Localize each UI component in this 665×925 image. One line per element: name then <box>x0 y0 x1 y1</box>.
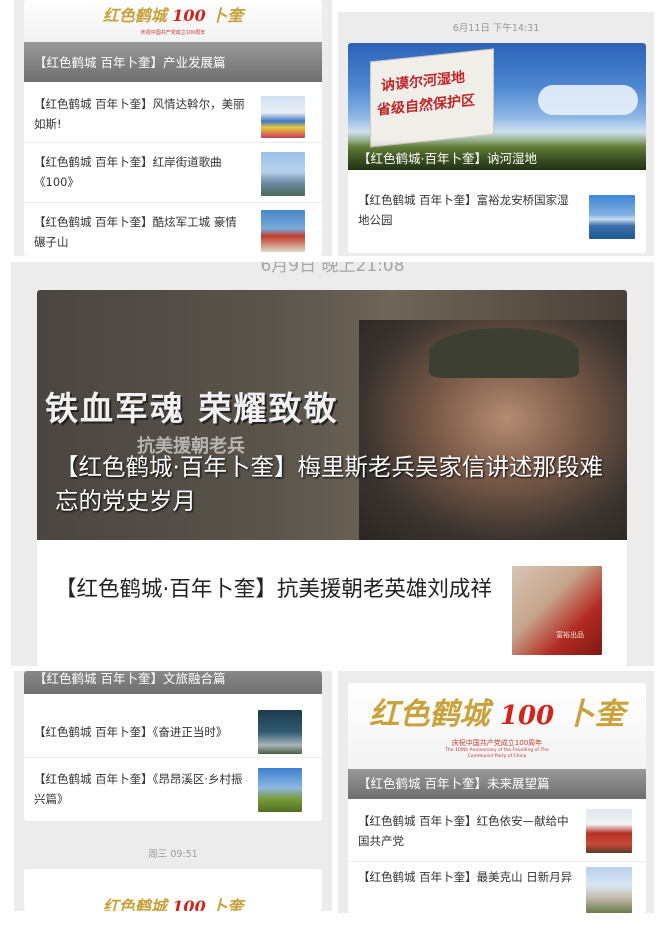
banner-left-text: 红色鹤城 <box>102 6 167 25</box>
list-item[interactable]: 【红色鹤城 百年卜奎】红色依安—献给中国共产党 <box>348 799 646 862</box>
article-thumbnail <box>586 809 632 853</box>
banner-subtitle-en: The 100th Anniversary of the Founding of… <box>445 748 549 759</box>
article-group-card: 红色鹤城 100 卜奎 庆祝中国共产党成立100周年 The 100th Ann… <box>348 683 646 913</box>
hero-caption-bar: 【红色鹤城·百年卜奎】讷河湿地 <box>348 140 646 170</box>
banner-right-text: 卜奎 <box>211 6 244 25</box>
hero-title: 【红色鹤城·百年卜奎】梅里斯老兵吴家信讲述那段难忘的党史岁月 <box>55 453 603 515</box>
banner-calligraphy: 红色鹤城 100 卜奎 <box>348 689 646 733</box>
article-title: 【红色鹤城 百年卜奎】最美克山 日新月异 <box>358 870 573 884</box>
hero-image[interactable]: 铁血军魂 荣耀致敬 抗美援朝老兵 【红色鹤城·百年卜奎】梅里斯老兵吴家信讲述那段… <box>37 290 627 540</box>
section-header[interactable]: 【红色鹤城 百年卜奎】未来展望篇 <box>348 769 646 799</box>
hero-image[interactable]: 讷谟尔河湿地 省级自然保护区 【红色鹤城·百年卜奎】讷河湿地 <box>348 43 646 170</box>
veteran-cap <box>429 328 579 378</box>
thumbnail-caption: 富裕出品 <box>556 631 584 639</box>
list-item[interactable]: 【红色鹤城·百年卜奎】抗美援朝老英雄刘成祥 富裕出品 <box>37 540 627 666</box>
banner-subtitle: 庆祝中国共产党成立100周年 <box>140 30 206 36</box>
banner-subtitle: 庆祝中国共产党成立100周年 <box>451 739 543 747</box>
article-thumbnail <box>258 710 302 754</box>
article-title: 【红色鹤城·百年卜奎】抗美援朝老英雄刘成祥 <box>55 577 492 602</box>
reserve-sign: 讷谟尔河湿地 省级自然保护区 <box>370 48 494 148</box>
chat-timestamp: 6月11日 下午14:31 <box>452 23 540 34</box>
list-item[interactable]: 【红色鹤城 百年卜奎】风情达斡尔，美丽如斯! <box>24 82 322 143</box>
banner-right-text: 卜奎 <box>564 697 625 732</box>
banner-hundred: 100 <box>172 6 206 25</box>
screenshot-middle: 6月9日 晚上21:08 铁血军魂 荣耀致敬 抗美援朝老兵 【红色鹤城·百年卜奎… <box>11 262 654 666</box>
article-thumbnail <box>258 768 302 812</box>
article-title: 【红色鹤城 百年卜奎】《奋进正当时》 <box>34 725 228 739</box>
banner-hundred: 100 <box>499 701 555 731</box>
article-group-card: 铁血军魂 荣耀致敬 抗美援朝老兵 【红色鹤城·百年卜奎】梅里斯老兵吴家信讲述那段… <box>37 290 627 666</box>
section-header[interactable]: 【红色鹤城 百年卜奎】文旅融合篇 <box>24 671 322 694</box>
hero-big-text: 铁血军魂 荣耀致敬 <box>45 389 339 428</box>
chat-timestamp: 6月9日 晚上21:08 <box>260 262 405 276</box>
banner-calligraphy: 红色鹤城 100 卜奎 <box>24 2 322 26</box>
screenshot-top-right: 6月11日 下午14:31 讷谟尔河湿地 省级自然保护区 【红色鹤城·百年卜奎】… <box>338 12 654 256</box>
list-item[interactable]: 【红色鹤城 百年卜奎】《奋进正当时》 <box>24 694 322 758</box>
cloud-shape <box>538 85 638 115</box>
article-thumbnail <box>589 195 635 239</box>
banner-right-text: 卜奎 <box>211 897 244 911</box>
article-title: 【红色鹤城 百年卜奎】酷炫军工城 豪情碾子山 <box>34 215 237 249</box>
banner-image[interactable]: 红色鹤城 100 卜奎 庆祝中国共产党成立100周年 The 100th Ann… <box>348 683 646 769</box>
article-title: 【红色鹤城 百年卜奎】《昂昂溪区·乡村振兴篇》 <box>34 772 243 806</box>
article-thumbnail: 富裕出品 <box>512 566 602 655</box>
list-item[interactable]: 【红色鹤城 百年卜奎】酷炫军工城 豪情碾子山 <box>24 202 322 256</box>
banner-image[interactable]: 红色鹤城 100 卜奎 庆祝中国共产党成立100周年 <box>24 0 322 42</box>
article-title: 【红色鹤城 百年卜奎】红岸街道歌曲《100》 <box>34 155 222 189</box>
hero-caption: 【红色鹤城·百年卜奎】讷河湿地 <box>358 151 537 166</box>
article-group-card: 【红色鹤城 百年卜奎】文旅融合篇 【红色鹤城 百年卜奎】《奋进正当时》 【红色鹤… <box>24 671 322 821</box>
chat-timestamp: 周三 09:51 <box>148 849 198 860</box>
screenshot-bottom-left: 【红色鹤城 百年卜奎】文旅融合篇 【红色鹤城 百年卜奎】《奋进正当时》 【红色鹤… <box>14 671 332 911</box>
article-title: 【红色鹤城 百年卜奎】红色依安—献给中国共产党 <box>358 814 569 848</box>
article-group-card: 红色鹤城 100 卜奎 <box>24 869 322 911</box>
list-item[interactable]: 【红色鹤城 百年卜奎】富裕龙安桥国家湿地公园 <box>348 170 646 253</box>
article-group-card: 红色鹤城 100 卜奎 庆祝中国共产党成立100周年 【红色鹤城 百年卜奎】产业… <box>24 0 322 256</box>
banner-left-text: 红色鹤城 <box>369 697 490 732</box>
article-group-card: 讷谟尔河湿地 省级自然保护区 【红色鹤城·百年卜奎】讷河湿地 【红色鹤城 百年卜… <box>348 43 646 253</box>
screenshot-bottom-right: 红色鹤城 100 卜奎 庆祝中国共产党成立100周年 The 100th Ann… <box>338 671 654 913</box>
article-thumbnail <box>261 210 305 252</box>
article-title: 【红色鹤城 百年卜奎】富裕龙安桥国家湿地公园 <box>358 193 569 227</box>
screenshot-top-left: 红色鹤城 100 卜奎 庆祝中国共产党成立100周年 【红色鹤城 百年卜奎】产业… <box>14 0 332 256</box>
banner-calligraphy[interactable]: 红色鹤城 100 卜奎 <box>24 893 322 911</box>
banner-left-text: 红色鹤城 <box>102 897 167 911</box>
list-item[interactable]: 【红色鹤城 百年卜奎】《昂昂溪区·乡村振兴篇》 <box>24 757 322 821</box>
article-thumbnail <box>261 152 305 196</box>
section-header[interactable]: 【红色鹤城 百年卜奎】产业发展篇 <box>24 42 322 82</box>
list-item[interactable]: 【红色鹤城 百年卜奎】最美克山 日新月异 <box>348 861 646 913</box>
list-item[interactable]: 【红色鹤城 百年卜奎】红岸街道歌曲《100》 <box>24 142 322 203</box>
article-title: 【红色鹤城 百年卜奎】风情达斡尔，美丽如斯! <box>34 97 245 131</box>
article-thumbnail <box>261 96 305 138</box>
banner-hundred: 100 <box>172 897 206 911</box>
article-thumbnail <box>586 867 632 913</box>
